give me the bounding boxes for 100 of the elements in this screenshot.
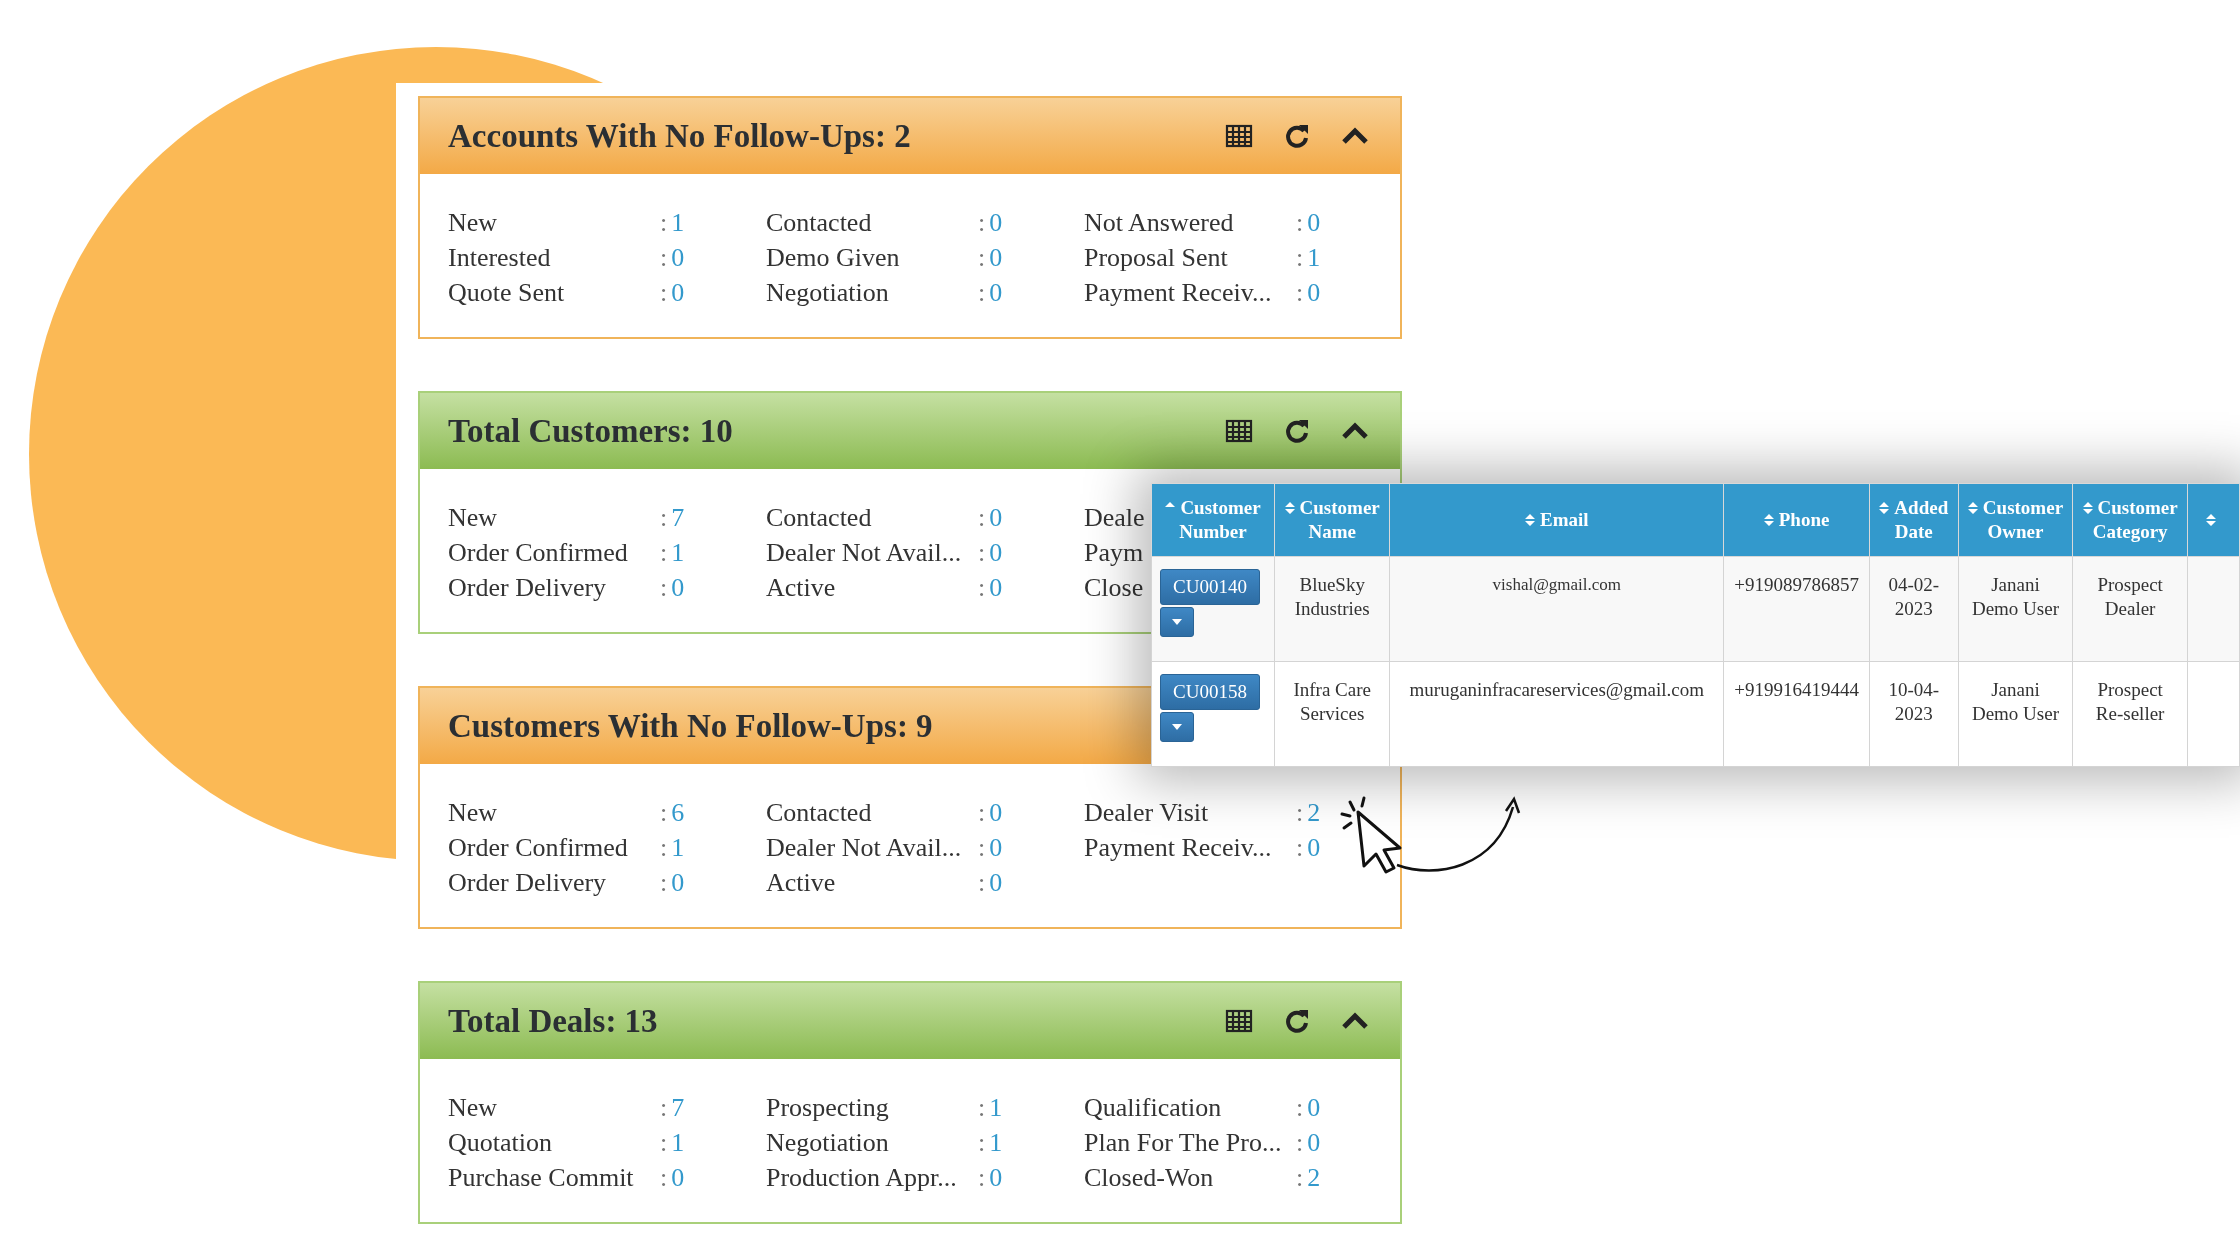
- status-label: Contacted: [766, 798, 873, 827]
- column-header[interactable]: Customer Name: [1274, 483, 1390, 557]
- customer-number-button[interactable]: CU00158: [1160, 674, 1260, 710]
- separator: :: [978, 208, 986, 237]
- column-header[interactable]: Customer Category: [2072, 483, 2188, 557]
- separator: :: [660, 1093, 668, 1122]
- status-count[interactable]: 0: [671, 278, 685, 307]
- status-count[interactable]: 1: [989, 1093, 1003, 1122]
- status-count[interactable]: 1: [671, 1128, 685, 1157]
- status-count[interactable]: 0: [989, 868, 1003, 897]
- sort-icon[interactable]: [1879, 501, 1890, 515]
- status-count[interactable]: 0: [989, 798, 1003, 827]
- status-label: New: [448, 1093, 499, 1122]
- status-count[interactable]: 2: [1307, 798, 1321, 827]
- status-label: Deale: [1084, 503, 1145, 532]
- status-label: Contacted: [766, 503, 873, 532]
- table-cell: +919916419444: [1723, 661, 1870, 767]
- status-count[interactable]: 0: [671, 243, 685, 272]
- sort-icon[interactable]: [2082, 501, 2093, 515]
- separator: :: [660, 278, 668, 307]
- status-count[interactable]: 0: [1307, 833, 1321, 862]
- table-cell: Prospect Dealer: [2072, 556, 2188, 662]
- status-label: New: [448, 208, 499, 237]
- dropdown-button[interactable]: [1160, 607, 1194, 637]
- dropdown-button[interactable]: [1160, 712, 1194, 742]
- column-header[interactable]: Added Date: [1869, 483, 1959, 557]
- separator: :: [660, 798, 668, 827]
- status-count[interactable]: 1: [671, 208, 685, 237]
- status-count[interactable]: 0: [989, 573, 1003, 602]
- table-cell: Prospect Re-seller: [2072, 661, 2188, 767]
- status-count[interactable]: 1: [671, 538, 685, 567]
- separator: :: [978, 868, 986, 897]
- status-label: Order Delivery: [448, 573, 608, 602]
- status-count[interactable]: 7: [671, 1093, 685, 1122]
- separator: :: [978, 243, 986, 272]
- customer-number-button[interactable]: CU00140: [1160, 569, 1260, 605]
- separator: :: [660, 868, 668, 897]
- status-label: New: [448, 503, 499, 532]
- status-count[interactable]: 1: [671, 833, 685, 862]
- status-label: Qualification: [1084, 1093, 1223, 1122]
- status-count[interactable]: 1: [1307, 243, 1321, 272]
- sort-icon[interactable]: [1967, 501, 1978, 515]
- table-cell: 04-02-2023: [1869, 556, 1959, 662]
- separator: :: [978, 1128, 986, 1157]
- separator: :: [1296, 243, 1304, 272]
- status-count[interactable]: 0: [989, 243, 1003, 272]
- separator: :: [1296, 1163, 1304, 1192]
- separator: :: [660, 208, 668, 237]
- status-count[interactable]: 0: [1307, 1128, 1321, 1157]
- status-count[interactable]: 0: [671, 868, 685, 897]
- separator: :: [660, 1163, 668, 1192]
- column-header[interactable]: Email: [1389, 483, 1724, 557]
- status-label: Payment Receiv...: [1084, 278, 1273, 307]
- separator: :: [978, 573, 986, 602]
- status-count[interactable]: 0: [671, 573, 685, 602]
- status-label: Active: [766, 868, 837, 897]
- status-label: Demo Given: [766, 243, 901, 272]
- status-count[interactable]: 0: [1307, 208, 1321, 237]
- status-count[interactable]: 7: [671, 503, 685, 532]
- column-header[interactable]: Customer Number: [1151, 483, 1275, 557]
- caret-icon: [1171, 618, 1183, 626]
- status-count[interactable]: 1: [989, 1128, 1003, 1157]
- status-count[interactable]: 6: [671, 798, 685, 827]
- column-header[interactable]: Customer Owner: [1958, 483, 2073, 557]
- table-cell: Janani Demo User: [1958, 556, 2073, 662]
- separator: :: [1296, 1093, 1304, 1122]
- status-label: Interested: [448, 243, 552, 272]
- status-count[interactable]: 0: [989, 833, 1003, 862]
- table-cell: +919089786857: [1723, 556, 1870, 662]
- status-count[interactable]: 0: [671, 1163, 685, 1192]
- separator: :: [978, 503, 986, 532]
- sort-icon[interactable]: [2206, 513, 2216, 527]
- status-count[interactable]: 0: [989, 208, 1003, 237]
- status-label: Close: [1084, 573, 1144, 602]
- sort-icon[interactable]: [1525, 513, 1536, 527]
- status-label: Dealer Visit: [1084, 798, 1210, 827]
- status-label: Order Delivery: [448, 868, 608, 897]
- status-label: Negotiation: [766, 1128, 890, 1157]
- table-cell: BlueSky Industries: [1274, 556, 1390, 662]
- status-label: Negotiation: [766, 278, 890, 307]
- card-title: Customers With No Follow-Ups: 9: [448, 707, 933, 745]
- separator: :: [978, 1093, 986, 1122]
- caret-icon: [1171, 723, 1183, 731]
- sort-icon[interactable]: [1284, 501, 1295, 515]
- separator: :: [1296, 208, 1304, 237]
- separator: :: [1296, 798, 1304, 827]
- table-cell: Infra Care Services: [1274, 661, 1390, 767]
- status-count[interactable]: 2: [1307, 1163, 1321, 1192]
- status-label: Order Confirmed: [448, 538, 629, 567]
- card-title: Accounts With No Follow-Ups: 2: [448, 117, 911, 155]
- column-header[interactable]: Phone: [1723, 483, 1870, 557]
- status-count[interactable]: 0: [1307, 1093, 1321, 1122]
- status-count[interactable]: 0: [989, 278, 1003, 307]
- sort-icon[interactable]: [1763, 513, 1774, 527]
- status-count[interactable]: 0: [989, 503, 1003, 532]
- status-count[interactable]: 0: [1307, 278, 1321, 307]
- separator: :: [660, 1128, 668, 1157]
- status-count[interactable]: 0: [989, 538, 1003, 567]
- status-count[interactable]: 0: [989, 1163, 1003, 1192]
- table-cell: muruganinfracareservices@gmail.com: [1389, 661, 1724, 767]
